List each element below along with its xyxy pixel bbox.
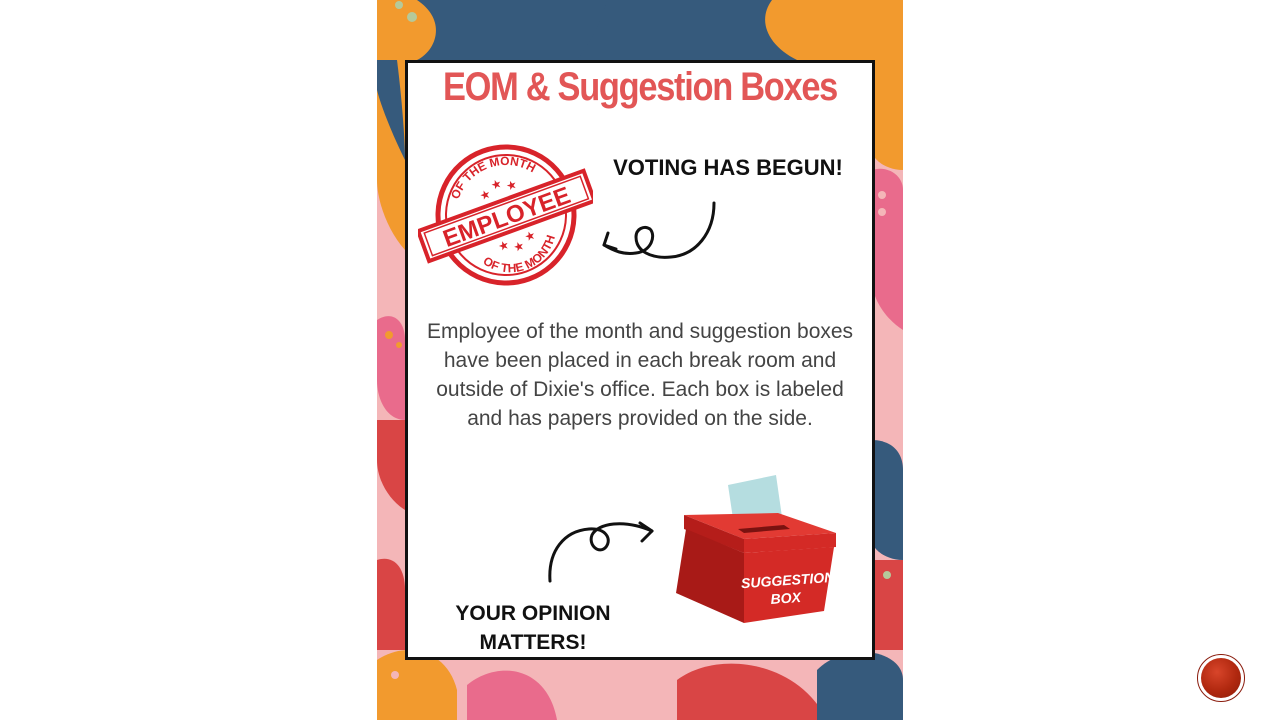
next-slide-button[interactable] [1197, 654, 1245, 702]
poster-body-text: Employee of the month and suggestion box… [426, 320, 854, 430]
next-slide-button-face [1201, 658, 1241, 698]
ballot-label-line-2: BOX [770, 589, 803, 607]
stamp-star-icon: ★ [489, 176, 504, 193]
stamp-star-icon: ★ [511, 238, 526, 255]
your-opinion-matters-text: YOUR OPINION MATTERS! [428, 599, 638, 657]
voting-has-begun-text: VOTING HAS BEGUN! [613, 155, 843, 180]
curly-arrow-icon [548, 521, 654, 583]
poster-title: EOM & Suggestion Boxes [442, 65, 838, 109]
stamp-star-icon: ★ [504, 177, 519, 194]
stamp-star-icon: ★ [523, 228, 538, 245]
opinion-line-2: MATTERS! [479, 631, 587, 654]
slide: EOM & Suggestion Boxes OF THE MONTH OF T… [0, 0, 1280, 720]
poster-card: EOM & Suggestion Boxes OF THE MONTH OF T… [405, 60, 875, 660]
suggestion-box-illustration: SUGGESTION BOX [676, 475, 836, 623]
curly-arrow-icon [602, 201, 716, 259]
poster: EOM & Suggestion Boxes OF THE MONTH OF T… [377, 0, 903, 720]
employee-of-the-month-stamp: OF THE MONTH OF THE MONTH ★ ★ ★ ★ ★ ★ EM… [418, 141, 593, 287]
opinion-line-1: YOUR OPINION [455, 602, 611, 625]
stamp-star-icon: ★ [496, 237, 511, 254]
stamp-star-icon: ★ [478, 186, 493, 203]
